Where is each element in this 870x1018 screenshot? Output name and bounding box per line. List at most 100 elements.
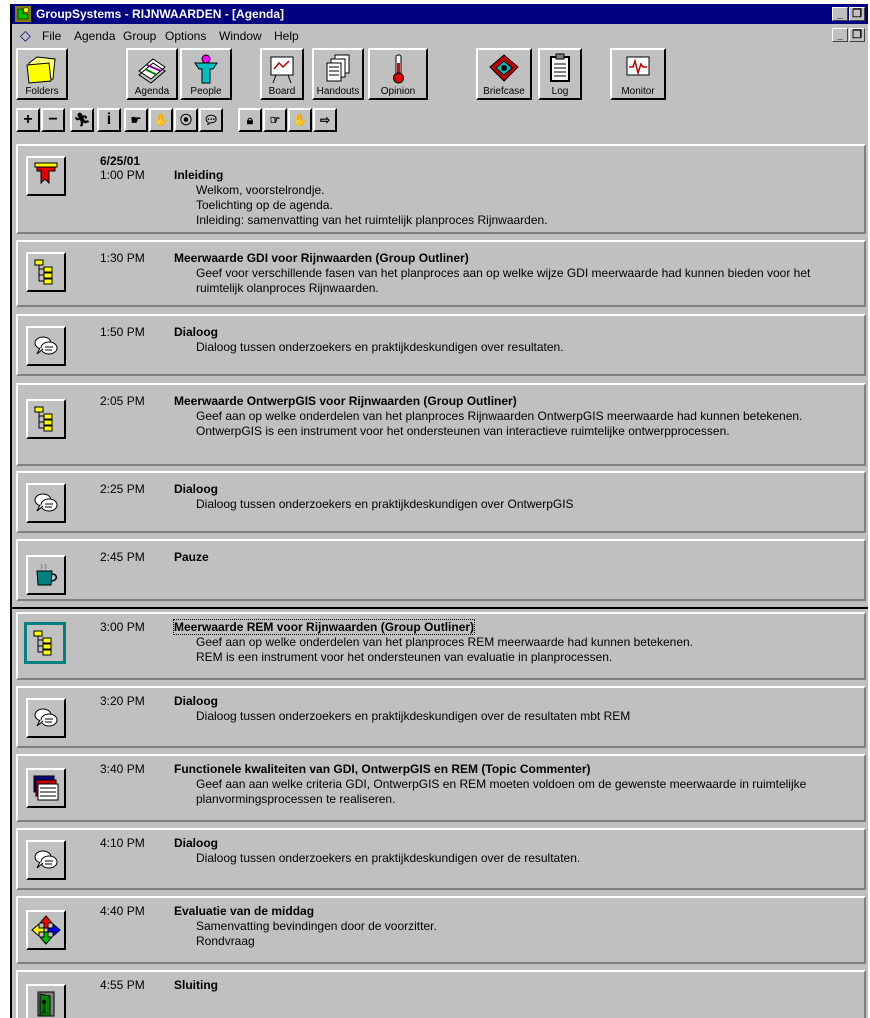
menu-group[interactable]: Group bbox=[123, 29, 156, 43]
stop-hand-button[interactable]: ✋ bbox=[288, 108, 312, 132]
item-title[interactable]: Dialoog bbox=[174, 482, 218, 496]
remove-item-button[interactable]: − bbox=[41, 108, 65, 132]
activity-button[interactable] bbox=[26, 984, 66, 1018]
person-lock-button[interactable]: 🔒︎ bbox=[238, 108, 262, 132]
doc-restore-button[interactable]: ❐ bbox=[849, 28, 865, 42]
description-line: Welkom, voorstelrondje. bbox=[196, 183, 325, 197]
activity-button[interactable] bbox=[26, 399, 66, 439]
agenda-item[interactable]: 4:40 PM Evaluatie van de middag Samenvat… bbox=[16, 896, 866, 964]
menu-options[interactable]: Options bbox=[165, 29, 206, 43]
agenda-item[interactable]: 3:40 PM Functionele kwaliteiten van GDI,… bbox=[16, 754, 866, 822]
description-line: Geef aan op welke onderdelen van het pla… bbox=[196, 409, 803, 423]
item-title[interactable]: Dialoog bbox=[174, 325, 218, 339]
agenda-list: 6/25/01 1:00 PM Inleiding Welkom, voorst… bbox=[12, 140, 868, 1018]
hand-out-button[interactable]: ✋ bbox=[149, 108, 173, 132]
agenda-item[interactable]: 2:45 PM Pauze bbox=[16, 539, 866, 601]
agenda-item[interactable]: 2:05 PM Meerwaarde OntwerpGIS voor Rijnw… bbox=[16, 383, 866, 466]
agenda-item-selected[interactable]: 3:00 PM Meerwaarde REM voor Rijnwaarden … bbox=[16, 612, 866, 680]
people-icon bbox=[194, 54, 218, 84]
item-description: Dialoog tussen onderzoekers en praktijkd… bbox=[196, 709, 856, 724]
briefcase-icon bbox=[489, 54, 519, 82]
item-title[interactable]: Sluiting bbox=[174, 978, 218, 992]
menu-window[interactable]: Window bbox=[219, 29, 262, 43]
view-button[interactable]: ⦿ bbox=[174, 108, 198, 132]
item-time: 3:40 PM bbox=[100, 762, 145, 776]
doc-minimize-button[interactable]: _ bbox=[832, 28, 848, 42]
briefcase-button[interactable]: Briefcase bbox=[476, 48, 532, 100]
agenda-item[interactable]: 2:25 PM Dialoog Dialoog tussen onderzoek… bbox=[16, 471, 866, 533]
dialog-icon bbox=[34, 708, 58, 727]
activity-button[interactable] bbox=[26, 555, 66, 595]
activity-button[interactable] bbox=[26, 252, 66, 292]
person-lock-icon: 🔒︎ bbox=[246, 113, 254, 127]
activity-button[interactable] bbox=[26, 910, 66, 950]
log-button[interactable]: Log bbox=[538, 48, 582, 100]
item-title[interactable]: Dialoog bbox=[174, 694, 218, 708]
restore-button[interactable]: ❐ bbox=[849, 7, 865, 21]
menu-file[interactable]: File bbox=[42, 29, 61, 43]
item-title[interactable]: Pauze bbox=[174, 550, 209, 564]
document-system-menu-icon[interactable]: ◇ bbox=[20, 27, 31, 44]
agenda-item[interactable]: 4:55 PM Sluiting bbox=[16, 970, 866, 1018]
app-window: GroupSystems - RIJNWAARDEN - [Agenda] _ … bbox=[10, 4, 868, 1018]
run-activity-button[interactable]: 🏃︎ bbox=[70, 108, 94, 132]
menu-help[interactable]: Help bbox=[274, 29, 299, 43]
item-time: 4:40 PM bbox=[100, 904, 145, 918]
handouts-button[interactable]: Handouts bbox=[312, 48, 364, 100]
description-line: REM is een instrument voor het ondersteu… bbox=[196, 650, 613, 664]
pointing-hand-icon: ☞ bbox=[269, 113, 281, 127]
activity-button[interactable] bbox=[26, 840, 66, 880]
activity-button[interactable] bbox=[26, 326, 66, 366]
agenda-item[interactable]: 6/25/01 1:00 PM Inleiding Welkom, voorst… bbox=[16, 144, 866, 234]
running-man-icon: 🏃︎ bbox=[73, 112, 91, 127]
monitor-icon bbox=[626, 56, 650, 76]
item-time: 1:50 PM bbox=[100, 325, 145, 339]
item-description: Dialoog tussen onderzoekers en praktijkd… bbox=[196, 497, 856, 512]
item-title[interactable]: Inleiding bbox=[174, 168, 223, 182]
pointing-hand-button[interactable]: ☞ bbox=[263, 108, 287, 132]
item-title[interactable]: Evaluatie van de middag bbox=[174, 904, 314, 918]
description-line: Rondvraag bbox=[196, 934, 255, 948]
people-label: People bbox=[190, 86, 222, 97]
outliner-icon bbox=[33, 630, 52, 656]
activity-button[interactable] bbox=[26, 768, 66, 808]
activity-button[interactable] bbox=[26, 156, 66, 196]
item-title[interactable]: Meerwaarde REM voor Rijnwaarden (Group O… bbox=[172, 619, 476, 635]
clipboard-log-icon bbox=[550, 53, 570, 82]
description-line: Geef voor verschillende fasen van het pl… bbox=[196, 266, 811, 295]
menu-agenda[interactable]: Agenda bbox=[74, 29, 115, 43]
main-toolbar: Folders Agenda People Board Handouts Opi… bbox=[12, 48, 868, 104]
item-title[interactable]: Dialoog bbox=[174, 836, 218, 850]
description-line: Samenvatting bevindingen door de voorzit… bbox=[196, 919, 437, 933]
binoculars-icon: ⦿ bbox=[179, 113, 192, 127]
item-time: 3:20 PM bbox=[100, 694, 145, 708]
info-button[interactable]: i bbox=[97, 108, 121, 132]
activity-button[interactable] bbox=[26, 483, 66, 523]
people-button[interactable]: People bbox=[180, 48, 232, 100]
agenda-button[interactable]: Agenda bbox=[126, 48, 178, 100]
item-title[interactable]: Meerwaarde GDI voor Rijnwaarden (Group O… bbox=[174, 251, 469, 265]
comment-button[interactable]: 💬︎ bbox=[199, 108, 223, 132]
agenda-item[interactable]: 4:10 PM Dialoog Dialoog tussen onderzoek… bbox=[16, 828, 866, 890]
description-line: Dialoog tussen onderzoekers en praktijkd… bbox=[196, 851, 581, 865]
item-time: 2:05 PM bbox=[100, 394, 145, 408]
folders-button[interactable]: Folders bbox=[16, 48, 68, 100]
log-label: Log bbox=[551, 86, 569, 97]
description-line: Toelichting op de agenda. bbox=[196, 198, 333, 212]
agenda-item[interactable]: 1:50 PM Dialoog Dialoog tussen onderzoek… bbox=[16, 314, 866, 376]
board-button[interactable]: Board bbox=[260, 48, 304, 100]
opinion-button[interactable]: Opinion bbox=[368, 48, 428, 100]
item-title[interactable]: Functionele kwaliteiten van GDI, Ontwerp… bbox=[174, 762, 591, 776]
activity-button[interactable] bbox=[24, 622, 66, 664]
activity-button[interactable] bbox=[26, 698, 66, 738]
description-line: Dialoog tussen onderzoekers en praktijkd… bbox=[196, 340, 564, 354]
agenda-item[interactable]: 3:20 PM Dialoog Dialoog tussen onderzoek… bbox=[16, 686, 866, 748]
agenda-item[interactable]: 1:30 PM Meerwaarde GDI voor Rijnwaarden … bbox=[16, 240, 866, 307]
title-bar[interactable]: GroupSystems - RIJNWAARDEN - [Agenda] _ … bbox=[12, 4, 868, 24]
add-item-button[interactable]: + bbox=[16, 108, 40, 132]
minimize-button[interactable]: _ bbox=[832, 7, 848, 21]
monitor-button[interactable]: Monitor bbox=[610, 48, 666, 100]
item-title[interactable]: Meerwaarde OntwerpGIS voor Rijnwaarden (… bbox=[174, 394, 517, 408]
exit-button[interactable]: ⇨ bbox=[313, 108, 337, 132]
hand-in-button[interactable]: ☛ bbox=[124, 108, 148, 132]
